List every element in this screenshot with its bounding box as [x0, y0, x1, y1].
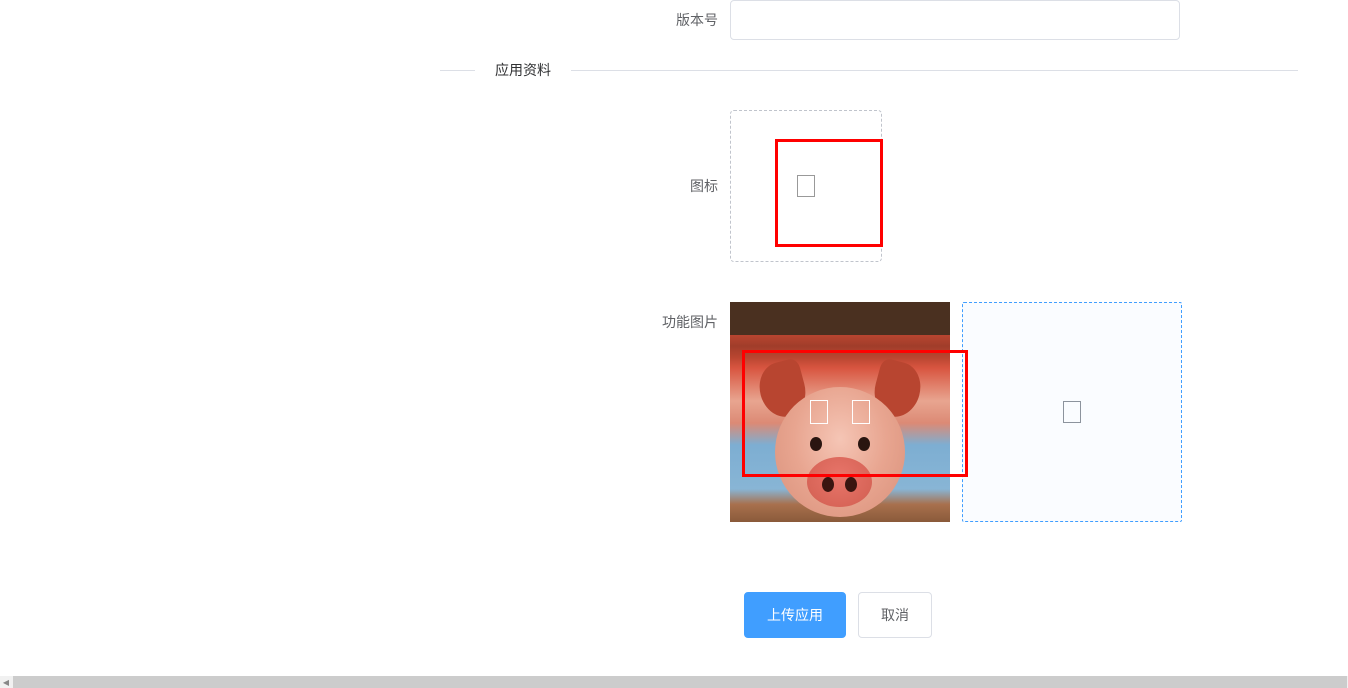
version-row: 版本号 — [20, 0, 1328, 40]
section-title: 应用资料 — [495, 60, 551, 80]
preview-icon[interactable] — [810, 400, 828, 424]
feature-images-content — [730, 302, 1328, 522]
form-container: 版本号 应用资料 图标 功能图片 — [0, 0, 1348, 638]
feature-image-item[interactable] — [730, 302, 950, 522]
divider-line — [571, 70, 1298, 71]
section-divider: 应用资料 — [20, 60, 1328, 80]
icon-upload-container — [730, 110, 1328, 262]
icon-row: 图标 — [20, 110, 1328, 262]
add-icon — [1063, 401, 1081, 423]
horizontal-scrollbar[interactable]: ◀ — [0, 676, 1348, 688]
divider-dash — [440, 70, 475, 71]
delete-icon[interactable] — [852, 400, 870, 424]
scroll-left-icon[interactable]: ◀ — [0, 676, 12, 688]
version-label: 版本号 — [20, 0, 730, 40]
button-row: 上传应用 取消 — [744, 592, 1328, 638]
icon-label: 图标 — [20, 110, 730, 262]
cancel-button[interactable]: 取消 — [858, 592, 932, 638]
add-feature-image-box[interactable] — [962, 302, 1182, 522]
upload-button[interactable]: 上传应用 — [744, 592, 846, 638]
version-content — [730, 0, 1328, 40]
icon-content — [730, 110, 1328, 262]
feature-image-actions — [810, 400, 870, 424]
feature-images-label: 功能图片 — [20, 302, 730, 342]
highlight-box-icon — [775, 139, 883, 247]
feature-images-list — [730, 302, 1328, 522]
scrollbar-thumb[interactable] — [13, 676, 1347, 688]
icon-upload-box[interactable] — [730, 110, 882, 262]
version-input[interactable] — [730, 0, 1180, 40]
feature-images-row: 功能图片 — [20, 302, 1328, 522]
